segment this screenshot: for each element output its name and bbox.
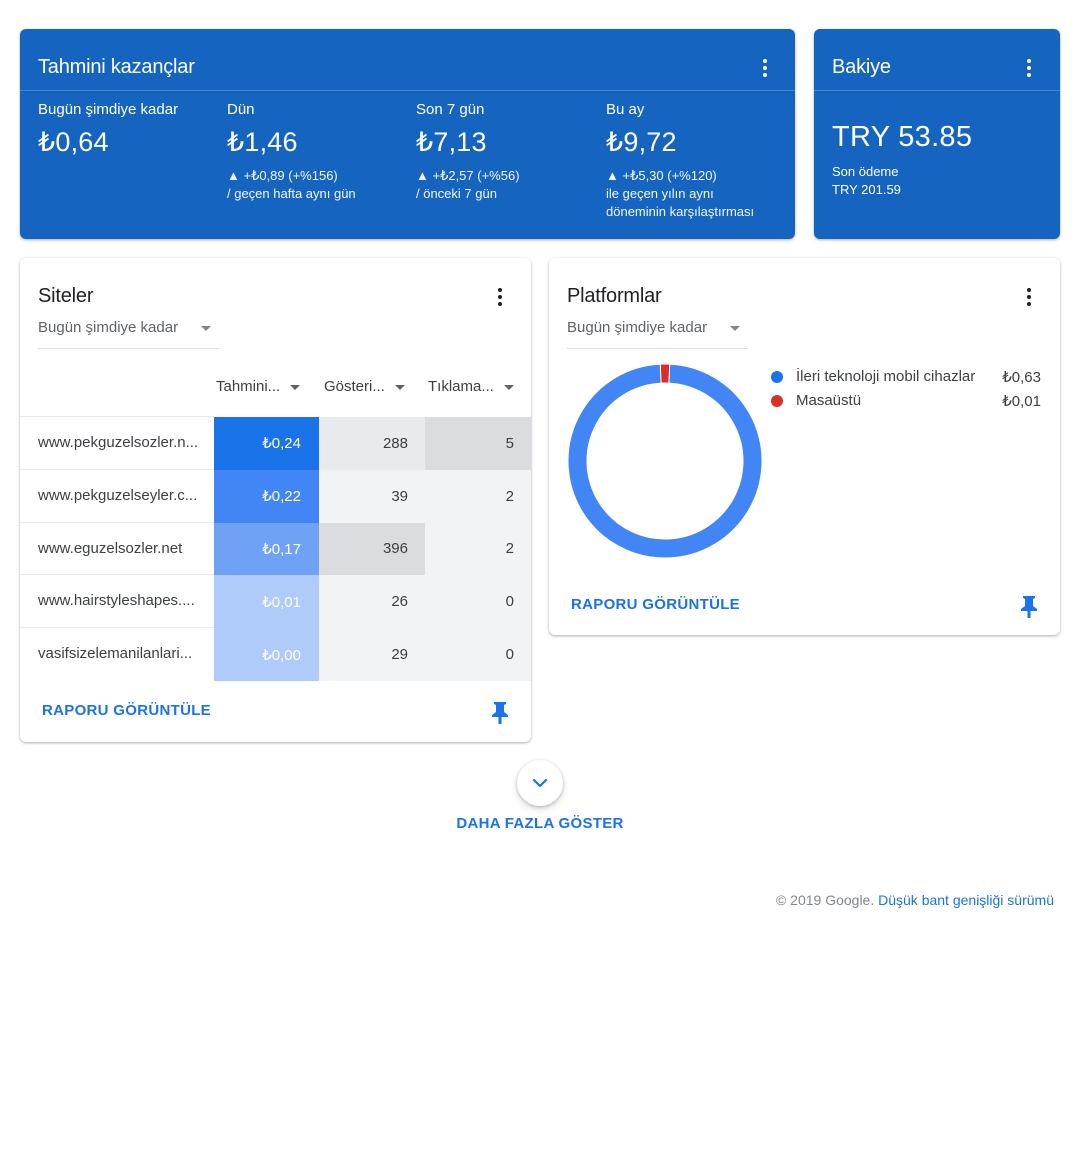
legend-amount: ₺0,63	[1002, 369, 1041, 386]
clicks-cell: 2	[425, 522, 531, 576]
legend-name: İleri teknoloji mobil cihazlar	[796, 368, 976, 385]
earnings-cell: ₺0,24	[214, 417, 319, 470]
legend-dot	[771, 395, 783, 407]
earnings-cell: ₺0,01	[214, 575, 319, 629]
low-bandwidth-link[interactable]: Düşük bant genişliği sürümü	[878, 892, 1054, 908]
column-header-label: Tahmini...	[216, 378, 281, 395]
metric-label: Son 7 gün	[416, 101, 485, 118]
column-header-label: Tıklama...	[428, 378, 494, 395]
earnings-cell: ₺0,17	[214, 522, 319, 576]
clicks-cell: 5	[425, 417, 531, 470]
column-header-impressions[interactable]: Gösteri...	[324, 378, 405, 395]
metric-label: Dün	[227, 101, 255, 118]
last-payment: Son ödeme TRY 201.59	[832, 163, 901, 199]
table-row[interactable]: www.pekguzelseyler.c... ₺0,22 39 2	[20, 469, 531, 523]
column-header-label: Gösteri...	[324, 378, 385, 395]
sort-arrow-icon	[503, 384, 514, 390]
site-name: vasifsizelemanilanlari...	[38, 645, 193, 663]
clicks-cell: 2	[425, 469, 531, 523]
sort-arrow-icon	[394, 384, 405, 390]
platforms-title: Platformlar	[567, 285, 662, 307]
balance-value: TRY 53.85	[832, 121, 973, 153]
impressions-cell: 39	[319, 469, 425, 523]
platforms-report-link[interactable]: RAPORU GÖRÜNTÜLE	[571, 596, 740, 613]
sites-menu-icon[interactable]	[488, 285, 512, 309]
earnings-title: Tahmini kazançlar	[38, 56, 195, 78]
metric-change: ▲ +₺0,89 (+%156) / geçen hafta aynı gün	[227, 167, 356, 203]
metric-change: ▲ +₺2,57 (+%56) / önceki 7 gün	[416, 167, 520, 203]
sites-card: Siteler Bugün şimdiye kadar Tahmini... G…	[20, 258, 531, 742]
metric-change-amount: ▲ +₺0,89 (+%156)	[227, 168, 338, 183]
footer: © 2019 Google. Düşük bant genişliği sürü…	[776, 892, 1054, 908]
sort-arrow-icon	[290, 384, 301, 390]
metric-change-comparison: / önceki 7 gün	[416, 186, 497, 201]
sites-title: Siteler	[38, 285, 94, 307]
site-name: www.hairstyleshapes....	[38, 592, 195, 610]
metric-change: ▲ +₺5,30 (+%120) ile geçen yılın aynı dö…	[606, 167, 754, 221]
impressions-cell: 26	[319, 575, 425, 629]
metric-value: ₺1,46	[227, 127, 298, 157]
earnings-cell: ₺0,00	[214, 628, 319, 681]
donut-slice-mobile[interactable]	[567, 363, 763, 559]
metric-label: Bu ay	[606, 101, 645, 118]
last-payment-value: TRY 201.59	[832, 182, 901, 197]
platforms-card: Platformlar Bugün şimdiye kadar İleri te…	[549, 258, 1060, 635]
balance-menu-icon[interactable]	[1017, 56, 1041, 80]
balance-title: Bakiye	[832, 56, 891, 78]
site-name: www.pekguzelseyler.c...	[38, 486, 198, 504]
platforms-menu-icon[interactable]	[1017, 285, 1041, 309]
column-header-clicks[interactable]: Tıklama...	[428, 378, 514, 395]
platforms-range-value: Bugün şimdiye kadar	[567, 319, 708, 336]
legend-name: Masaüstü	[796, 392, 862, 409]
balance-card: Bakiye TRY 53.85 Son ödeme TRY 201.59	[814, 29, 1060, 239]
site-name: www.eguzelsozler.net	[38, 539, 183, 557]
table-row[interactable]: www.pekguzelsozler.n... ₺0,24 288 5	[20, 417, 531, 470]
metric-last-7-days: Son 7 gün ₺7,13 ▲ +₺2,57 (+%56) / önceki…	[416, 101, 520, 203]
earnings-menu-icon[interactable]	[753, 56, 777, 80]
earnings-divider	[20, 90, 795, 91]
clicks-cell: 0	[425, 575, 531, 629]
legend-amount: ₺0,01	[1002, 393, 1041, 410]
metric-label: Bugün şimdiye kadar	[38, 101, 179, 118]
column-header-earnings[interactable]: Tahmini...	[216, 378, 301, 395]
sites-range-value: Bugün şimdiye kadar	[38, 319, 179, 336]
chevron-down-icon	[201, 326, 211, 331]
metric-value: ₺7,13	[416, 127, 487, 157]
earnings-card: Tahmini kazançlar Bugün şimdiye kadar ₺0…	[20, 29, 795, 239]
site-name: www.pekguzelsozler.n...	[38, 434, 199, 451]
sites-report-link[interactable]: RAPORU GÖRÜNTÜLE	[42, 702, 211, 719]
donut-slice-desktop[interactable]	[659, 363, 671, 384]
metric-change-amount: ▲ +₺5,30 (+%120)	[606, 168, 717, 183]
platforms-donut-chart	[567, 363, 763, 559]
table-row[interactable]: vasifsizelemanilanlari... ₺0,00 29 0	[20, 628, 531, 681]
copyright-text: © 2019 Google.	[775, 892, 875, 908]
impressions-cell: 29	[319, 628, 425, 681]
metric-change-comparison: ile geçen yılın aynı	[606, 186, 714, 201]
table-row[interactable]: www.eguzelsozler.net ₺0,17 396 2	[20, 522, 531, 576]
metric-this-month: Bu ay ₺9,72 ▲ +₺5,30 (+%120) ile geçen y…	[606, 101, 754, 221]
chevron-down-icon	[532, 778, 548, 788]
show-more-button[interactable]	[517, 760, 563, 806]
last-payment-label: Son ödeme	[832, 164, 899, 179]
metric-value: ₺9,72	[606, 127, 677, 157]
metric-change-amount: ▲ +₺2,57 (+%56)	[416, 168, 520, 183]
table-row[interactable]: www.hairstyleshapes.... ₺0,01 26 0	[20, 575, 531, 629]
platforms-range-dropdown[interactable]: Bugün şimdiye kadar	[567, 319, 748, 349]
sites-range-dropdown[interactable]: Bugün şimdiye kadar	[38, 319, 219, 349]
metric-change-comparison-line2: döneminin karşılaştırması	[606, 204, 755, 219]
legend-dot	[771, 371, 783, 383]
metric-today: Bugün şimdiye kadar ₺0,64	[38, 101, 178, 158]
impressions-cell: 288	[319, 417, 425, 470]
chevron-down-icon	[730, 326, 740, 331]
show-more-label[interactable]: DAHA FAZLA GÖSTER	[0, 815, 1080, 832]
earnings-cell: ₺0,22	[214, 469, 319, 523]
balance-divider	[814, 90, 1060, 91]
metric-change-comparison: / geçen hafta aynı gün	[227, 186, 356, 201]
platforms-pin-icon[interactable]	[1020, 594, 1038, 623]
metric-value: ₺0,64	[38, 127, 109, 157]
metric-yesterday: Dün ₺1,46 ▲ +₺0,89 (+%156) / geçen hafta…	[227, 101, 356, 203]
sites-pin-icon[interactable]	[491, 700, 509, 729]
clicks-cell: 0	[425, 628, 531, 681]
impressions-cell: 396	[319, 522, 425, 576]
